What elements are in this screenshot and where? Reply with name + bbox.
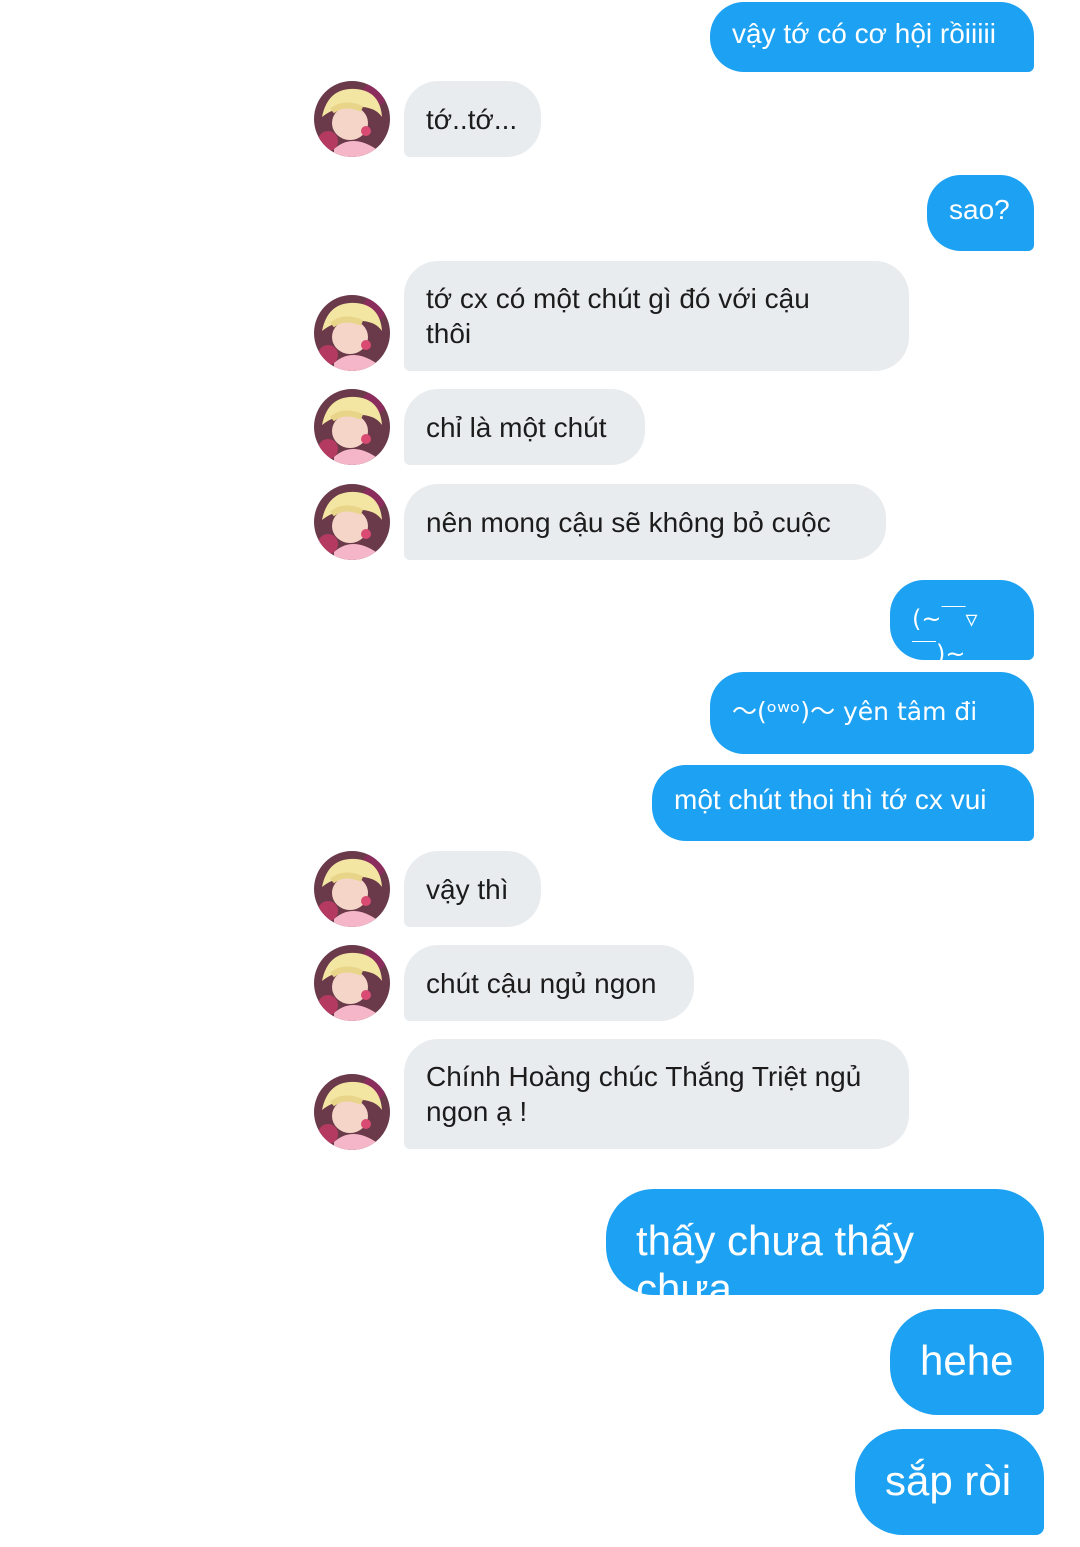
avatar-photo-icon [314, 389, 390, 465]
avatar-photo-icon [314, 945, 390, 1021]
contact-avatar-icon[interactable] [314, 484, 390, 560]
sent-message-bubble[interactable]: vậy tớ có cơ hội rồiiiii [710, 2, 1034, 72]
sent-message-bubble[interactable]: hehe [890, 1309, 1044, 1415]
chat-screen: { "messages": [ {"from": "me", "text": "… [0, 0, 1080, 1547]
contact-avatar-icon[interactable] [314, 945, 390, 1021]
sent-message-bubble[interactable]: sao? [927, 175, 1034, 251]
received-message-bubble[interactable]: Chính Hoàng chúc Thắng Triệt ngủ ngon ạ … [404, 1039, 909, 1149]
received-message-bubble[interactable]: vậy thì [404, 851, 541, 927]
avatar-photo-icon [314, 81, 390, 157]
contact-avatar-icon[interactable] [314, 1074, 390, 1150]
sent-message-bubble[interactable]: một chút thoi thì tớ cx vui [652, 765, 1034, 841]
sent-message-bubble[interactable]: (~￣▿￣)~ [890, 580, 1034, 668]
received-message-bubble[interactable]: chút cậu ngủ ngon [404, 945, 694, 1021]
contact-avatar-icon[interactable] [314, 851, 390, 927]
sent-message-bubble[interactable]: sắp ròi [855, 1429, 1044, 1535]
received-message-bubble[interactable]: nên mong cậu sẽ không bỏ cuộc [404, 484, 886, 560]
sent-message-bubble[interactable]: thấy chưa thấy chưa [606, 1189, 1044, 1312]
avatar-photo-icon [314, 851, 390, 927]
contact-avatar-icon[interactable] [314, 389, 390, 465]
sent-message-bubble[interactable]: 〜(ᵒʷᵒ)〜 yên tâm đi [710, 672, 1034, 754]
avatar-photo-icon [314, 1074, 390, 1150]
received-message-bubble[interactable]: tớ cx có một chút gì đó với cậu thôi [404, 261, 909, 371]
contact-avatar-icon[interactable] [314, 81, 390, 157]
received-message-bubble[interactable]: chỉ là một chút [404, 389, 645, 465]
avatar-photo-icon [314, 484, 390, 560]
avatar-photo-icon [314, 295, 390, 371]
contact-avatar-icon[interactable] [314, 295, 390, 371]
received-message-bubble[interactable]: tớ..tớ... [404, 81, 541, 157]
